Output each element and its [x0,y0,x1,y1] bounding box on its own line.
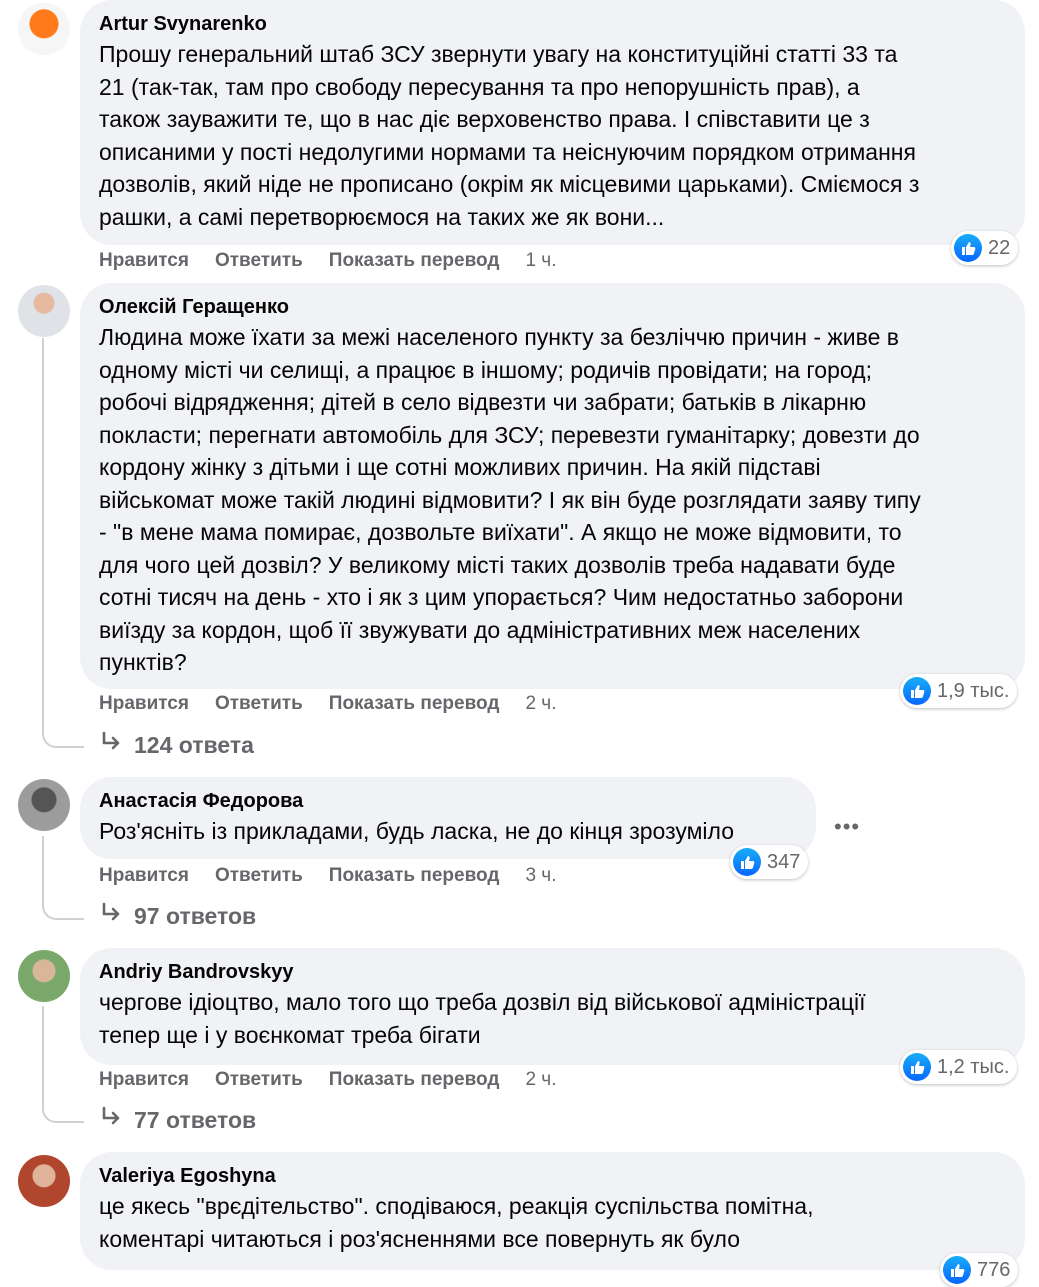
view-replies-link[interactable]: 97 ответов [100,902,256,930]
comment-time[interactable]: 3 ч. [525,865,556,887]
reply-arrow-icon [100,902,122,930]
reply-button[interactable]: Ответить [215,693,303,715]
thread-line [42,1006,84,1123]
comment-author[interactable]: Анастасія Федорова [99,789,796,813]
thumbs-up-icon [733,848,761,876]
comment-bubble: Valeriya Egoshyna це якесь "врєдітельств… [80,1152,1025,1270]
thread-line [42,836,84,920]
like-button[interactable]: Нравится [99,250,189,272]
like-button[interactable]: Нравится [99,1069,189,1091]
comment-time[interactable]: 1 ч. [525,250,556,272]
comment-text: чергове ідіоцтво, мало того що треба доз… [99,989,866,1048]
comment-author[interactable]: Олексій Геращенко [99,295,1005,319]
like-button[interactable]: Нравится [99,693,189,715]
comment-author[interactable]: Andriy Bandrovskyy [99,960,1005,984]
reply-button[interactable]: Ответить [215,865,303,887]
reaction-count-label: 22 [988,236,1011,259]
show-translation-button[interactable]: Показать перевод [329,865,500,887]
reaction-count-label: 1,2 тыс. [937,1055,1010,1078]
reply-arrow-icon [100,1106,122,1134]
comment-text: Прошу генеральний штаб ЗСУ звернути уваг… [99,41,920,230]
show-translation-button[interactable]: Показать перевод [329,250,500,272]
show-translation-button[interactable]: Показать перевод [329,693,500,715]
comment-actions: Нравится Ответить Показать перевод 2 ч. [99,1069,556,1091]
comment-text: Роз'ясніть із прикладами, будь ласка, не… [99,818,735,844]
comment-author[interactable]: Artur Svynarenko [99,12,1005,36]
comment-time[interactable]: 2 ч. [525,1069,556,1091]
reaction-count[interactable]: 347 [730,845,809,879]
show-translation-button[interactable]: Показать перевод [329,1069,500,1091]
reaction-count-label: 347 [767,850,801,873]
comment-actions: Нравится Ответить Показать перевод 2 ч. [99,693,556,715]
comment-text: це якесь "врєдітельство". сподіваюся, ре… [99,1193,814,1252]
avatar[interactable] [18,779,70,831]
comment-bubble: Анастасія Федорова Роз'ясніть із приклад… [80,777,816,859]
comment-bubble: Andriy Bandrovskyy чергове ідіоцтво, мал… [80,948,1025,1065]
comment-bubble: Олексій Геращенко Людина може їхати за м… [80,283,1025,689]
replies-count: 124 ответа [134,731,254,758]
thumbs-up-icon [954,234,982,262]
reaction-count[interactable]: 22 [951,231,1019,265]
comment-author[interactable]: Valeriya Egoshyna [99,1164,1005,1188]
thumbs-up-icon [903,1053,931,1081]
replies-count: 77 ответов [134,1106,257,1133]
comment-bubble: Artur Svynarenko Прошу генеральний штаб … [80,0,1025,245]
reaction-count-label: 776 [977,1258,1011,1281]
avatar[interactable] [18,1155,70,1207]
view-replies-link[interactable]: 124 ответа [100,731,254,759]
reply-button[interactable]: Ответить [215,250,303,272]
comment-actions: Нравится Ответить Показать перевод 3 ч. [99,865,556,887]
avatar[interactable] [18,950,70,1002]
comment-actions: Нравится Ответить Показать перевод 1 ч. [99,250,556,272]
avatar[interactable] [18,3,70,55]
comment-time[interactable]: 2 ч. [525,693,556,715]
reaction-count[interactable]: 1,2 тыс. [900,1050,1018,1084]
reaction-count-label: 1,9 тыс. [937,679,1010,702]
view-replies-link[interactable]: 77 ответов [100,1106,256,1134]
more-options-icon[interactable]: ••• [834,814,860,840]
reaction-count[interactable]: 1,9 тыс. [900,674,1018,708]
thread-line [42,338,84,748]
like-button[interactable]: Нравится [99,865,189,887]
reaction-count[interactable]: 776 [940,1253,1019,1287]
avatar[interactable] [18,285,70,337]
thumbs-up-icon [903,677,931,705]
replies-count: 97 ответов [134,902,257,929]
reply-arrow-icon [100,731,122,759]
reply-button[interactable]: Ответить [215,1069,303,1091]
comment-text: Людина може їхати за межі населеного пун… [99,324,921,675]
